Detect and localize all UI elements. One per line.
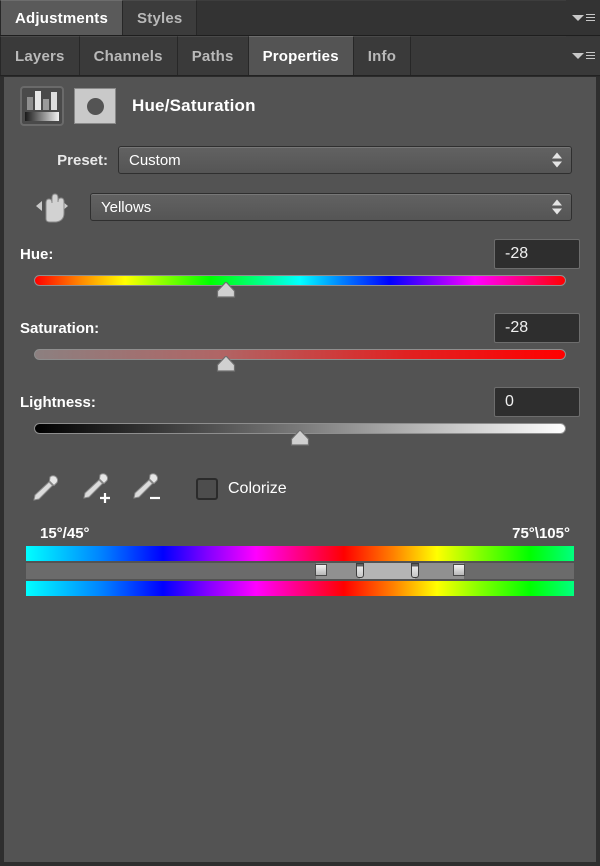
lightness-label: Lightness:: [20, 393, 96, 411]
tab-paths[interactable]: Paths: [177, 36, 249, 75]
hue-slider-group: Hue: -28: [4, 239, 596, 299]
hue-slider-track[interactable]: [34, 275, 566, 286]
adjustment-header: Hue/Saturation: [4, 77, 596, 135]
saturation-slider-thumb[interactable]: [216, 356, 235, 372]
colorize-label: Colorize: [228, 480, 287, 497]
spectrum-bar-bottom: [26, 581, 574, 596]
range-core-band: [360, 563, 416, 579]
tab-styles-label: Styles: [137, 9, 183, 27]
saturation-value-field[interactable]: -28: [494, 313, 580, 343]
channel-dropdown[interactable]: Yellows: [90, 193, 572, 221]
tab-channels[interactable]: Channels: [79, 36, 178, 75]
properties-panel-menu-button[interactable]: [566, 36, 600, 75]
tab-styles[interactable]: Styles: [123, 0, 198, 35]
saturation-label: Saturation:: [20, 319, 100, 337]
hamburger-icon: [585, 52, 595, 59]
preset-value: Custom: [129, 151, 181, 169]
stepper-arrows-icon: [552, 152, 562, 168]
colorize-checkbox[interactable]: [196, 478, 218, 500]
histogram-bars: [25, 91, 59, 110]
hue-slider-header: Hue: -28: [20, 239, 580, 269]
hue-saturation-adjustment-icon[interactable]: [20, 86, 64, 126]
saturation-slider-header: Saturation: -28: [20, 313, 580, 343]
tab-bar-filler: [197, 0, 566, 35]
range-degree-labels: 15°/45° 75°\105°: [26, 525, 574, 546]
properties-tab-bar: Layers Channels Paths Properties Info: [0, 36, 600, 76]
eyedropper-add-icon[interactable]: [70, 472, 120, 506]
adjustments-panel-menu-button[interactable]: [566, 0, 600, 35]
channel-row: Yellows: [4, 189, 596, 225]
on-image-adjustment-hand-icon[interactable]: [28, 189, 84, 225]
color-range-area: 15°/45° 75°\105°: [4, 525, 596, 596]
saturation-slider-group: Saturation: -28: [4, 313, 596, 373]
channel-value: Yellows: [101, 198, 152, 216]
properties-panel-body: Hue/Saturation Preset: Custom Yellows Hu…: [0, 77, 600, 866]
tab-adjustments[interactable]: Adjustments: [0, 0, 124, 35]
adjustments-tab-bar: Adjustments Styles: [0, 0, 600, 36]
color-range-slider[interactable]: [26, 563, 574, 579]
range-handle-right[interactable]: [411, 563, 420, 578]
lightness-value-field[interactable]: 0: [494, 387, 580, 417]
range-left-label: 15°/45°: [40, 525, 90, 542]
preset-dropdown[interactable]: Custom: [118, 146, 572, 174]
hue-value-field[interactable]: -28: [494, 239, 580, 269]
tab-channels-label: Channels: [93, 47, 163, 65]
saturation-slider-track-wrap[interactable]: [34, 347, 566, 373]
range-handle-left[interactable]: [356, 563, 365, 578]
page-title: Hue/Saturation: [132, 96, 256, 115]
tab-properties[interactable]: Properties: [248, 36, 354, 75]
lightness-slider-header: Lightness: 0: [20, 387, 580, 417]
tab-layers-label: Layers: [15, 47, 65, 65]
range-falloff-handle-right[interactable]: [453, 564, 466, 576]
hamburger-icon: [585, 14, 595, 21]
range-right-label: 75°\105°: [512, 525, 570, 542]
hue-slider-thumb[interactable]: [216, 282, 235, 298]
tab-adjustments-label: Adjustments: [15, 9, 109, 27]
eyedropper-subtract-icon[interactable]: [120, 472, 170, 506]
chevron-down-icon: [571, 52, 584, 59]
preset-label: Preset:: [57, 151, 108, 169]
stepper-arrows-icon: [552, 199, 562, 215]
mask-dot-icon: [86, 97, 104, 115]
gradient-strip: [25, 112, 59, 121]
tab-paths-label: Paths: [191, 47, 234, 65]
lightness-slider-thumb[interactable]: [290, 430, 310, 446]
layer-mask-thumbnail-icon[interactable]: [74, 88, 116, 124]
spectrum-bar-top: [26, 546, 574, 561]
tab-properties-label: Properties: [262, 47, 339, 65]
preset-row: Preset: Custom: [4, 143, 596, 177]
tab-info[interactable]: Info: [353, 36, 412, 75]
tab-info-label: Info: [367, 47, 397, 65]
range-falloff-handle-left[interactable]: [315, 564, 328, 576]
eyedropper-icon[interactable]: [20, 472, 70, 506]
tab-layers[interactable]: Layers: [0, 36, 80, 75]
saturation-slider-track[interactable]: [34, 349, 566, 360]
tools-row: Colorize: [4, 469, 596, 509]
chevron-down-icon: [571, 14, 584, 21]
lightness-slider-track-wrap[interactable]: [34, 421, 566, 447]
hue-slider-track-wrap[interactable]: [34, 273, 566, 299]
hue-label: Hue:: [20, 245, 54, 263]
panel-tab-bar-filler: [411, 36, 566, 75]
lightness-slider-group: Lightness: 0: [4, 387, 596, 447]
